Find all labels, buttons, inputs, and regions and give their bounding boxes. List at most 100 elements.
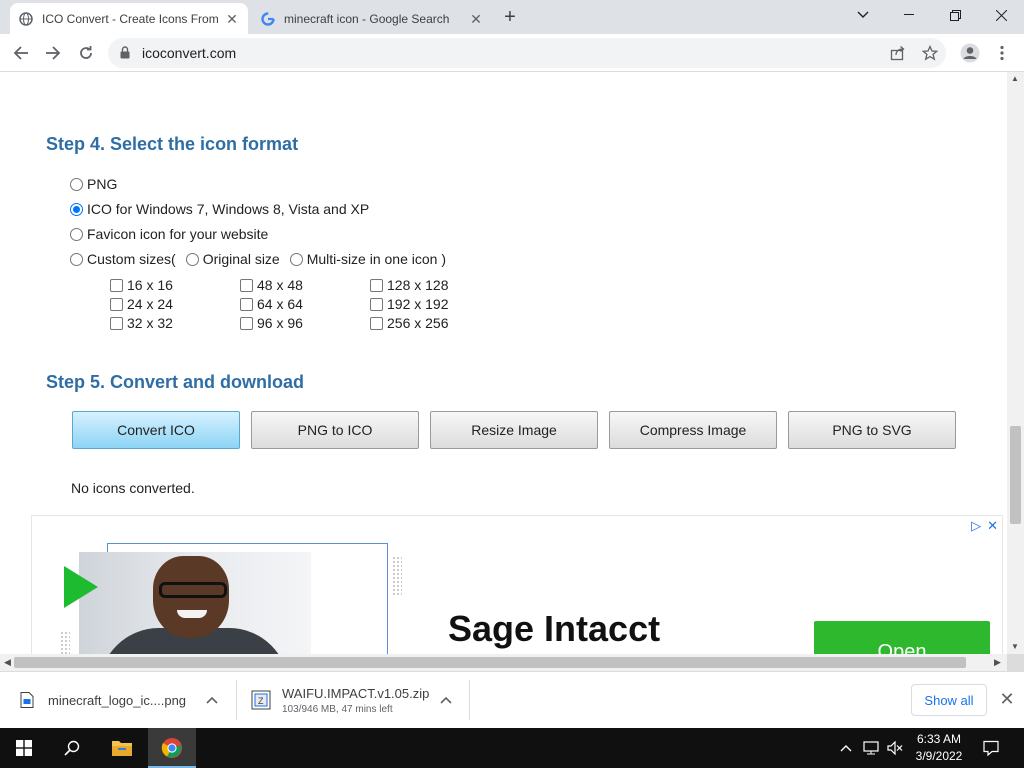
size-checkbox-16[interactable]: 16 x 16	[110, 277, 173, 293]
checkbox[interactable]	[110, 278, 123, 292]
checkbox[interactable]	[370, 297, 383, 311]
profile-avatar-icon[interactable]	[955, 38, 985, 68]
adchoices-icon[interactable]: ▷	[971, 518, 981, 534]
scroll-thumb[interactable]	[1010, 426, 1021, 524]
size-checkbox-256[interactable]: 256 x 256	[370, 315, 449, 331]
compress-image-button[interactable]: Compress Image	[609, 411, 777, 449]
scroll-thumb[interactable]	[14, 657, 966, 668]
system-clock[interactable]: 6:33 AM 3/9/2022	[904, 731, 974, 765]
radio-button[interactable]	[70, 252, 83, 266]
size-checkbox-96[interactable]: 96 x 96	[240, 315, 303, 331]
format-option-favicon[interactable]: Favicon icon for your website	[70, 226, 268, 242]
ad-choices[interactable]: ▷ ✕	[971, 518, 998, 534]
size-label: 256 x 256	[387, 315, 449, 331]
ad-photo	[79, 552, 311, 654]
format-option-png[interactable]: PNG	[70, 176, 117, 192]
close-downloads-icon[interactable]: ✕	[996, 688, 1018, 710]
option-label: ICO for Windows 7, Windows 8, Vista and …	[87, 201, 370, 217]
address-bar[interactable]: icoconvert.com	[108, 38, 946, 68]
play-triangle-icon	[64, 566, 98, 608]
tab-ico-convert[interactable]: ICO Convert - Create Icons From ✕	[10, 3, 248, 34]
scroll-left-icon[interactable]: ◀	[4, 657, 11, 668]
advertisement[interactable]: ▷ ✕ Sage Intacct Open	[31, 515, 1003, 654]
new-tab-button[interactable]: +	[498, 5, 522, 29]
size-checkbox-64[interactable]: 64 x 64	[240, 296, 303, 312]
checkbox[interactable]	[110, 297, 123, 311]
divider	[469, 680, 470, 720]
glasses	[159, 582, 227, 598]
option-label: Favicon icon for your website	[87, 226, 269, 242]
vertical-scrollbar[interactable]: ▲ ▼	[1007, 72, 1024, 654]
close-window-icon[interactable]	[978, 0, 1024, 30]
svg-text:Z: Z	[258, 696, 264, 706]
share-icon[interactable]	[890, 45, 906, 61]
resize-image-button[interactable]: Resize Image	[430, 411, 598, 449]
restore-icon[interactable]	[932, 0, 978, 30]
png-to-ico-button[interactable]: PNG to ICO	[251, 411, 419, 449]
checkbox[interactable]	[370, 278, 383, 292]
tab-google-search[interactable]: minecraft icon - Google Search ✕	[252, 3, 492, 34]
bookmark-star-icon[interactable]	[922, 45, 938, 61]
show-all-button[interactable]: Show all	[911, 684, 987, 716]
chevron-up-icon[interactable]	[436, 690, 456, 710]
size-checkbox-48[interactable]: 48 x 48	[240, 277, 303, 293]
checkbox[interactable]	[110, 316, 123, 330]
url-text: icoconvert.com	[142, 45, 237, 61]
scroll-right-icon[interactable]: ▶	[994, 657, 1001, 668]
download-item[interactable]: minecraft_logo_ic....png	[20, 672, 230, 728]
scroll-down-icon[interactable]: ▼	[1011, 642, 1019, 651]
close-tab-icon[interactable]: ✕	[224, 11, 240, 27]
ad-close-icon[interactable]: ✕	[987, 518, 998, 534]
chrome-icon[interactable]	[148, 728, 196, 768]
reload-icon[interactable]	[71, 38, 101, 68]
tab-strip: ICO Convert - Create Icons From ✕ minecr…	[0, 0, 1024, 34]
globe-icon	[18, 11, 34, 27]
ad-brand-name: Sage Intacct	[448, 608, 661, 649]
file-icon	[20, 692, 34, 708]
file-explorer-icon[interactable]	[98, 728, 146, 768]
windows-start-icon[interactable]	[0, 728, 48, 768]
forward-arrow-icon[interactable]	[38, 38, 68, 68]
checkbox[interactable]	[370, 316, 383, 330]
minimize-icon[interactable]	[886, 0, 932, 30]
radio-button[interactable]	[70, 177, 83, 191]
google-icon	[260, 11, 276, 27]
size-label: 64 x 64	[257, 296, 303, 312]
checkbox[interactable]	[240, 297, 253, 311]
horizontal-scrollbar[interactable]: ◀ ▶	[0, 654, 1007, 671]
size-checkbox-192[interactable]: 192 x 192	[370, 296, 449, 312]
multi-size-label: Multi-size in one icon )	[306, 251, 446, 267]
original-size-radio[interactable]	[185, 252, 199, 266]
size-checkbox-32[interactable]: 32 x 32	[110, 315, 173, 331]
size-checkbox-24[interactable]: 24 x 24	[110, 296, 173, 312]
volume-muted-icon[interactable]	[884, 728, 906, 768]
size-label: 32 x 32	[127, 315, 173, 331]
ad-open-button[interactable]: Open	[814, 621, 990, 654]
menu-dots-icon[interactable]	[987, 38, 1017, 68]
format-option-custom[interactable]: Custom sizes( Original size Multi-size i…	[70, 251, 446, 267]
download-filename: minecraft_logo_ic....png	[48, 692, 187, 708]
convert-ico-button[interactable]: Convert ICO	[72, 411, 240, 449]
tab-search-icon[interactable]	[840, 0, 886, 30]
checkbox[interactable]	[240, 316, 253, 330]
lock-icon[interactable]	[120, 46, 130, 62]
scroll-up-icon[interactable]: ▲	[1011, 74, 1019, 83]
download-progress: 103/946 MB, 47 mins left	[282, 703, 393, 715]
download-item[interactable]: Z WAIFU.IMPACT.v1.05.zip 103/946 MB, 47 …	[250, 672, 440, 728]
png-to-svg-button[interactable]: PNG to SVG	[788, 411, 956, 449]
radio-button[interactable]	[70, 227, 83, 241]
windows-taskbar: 6:33 AM 3/9/2022	[0, 728, 1024, 768]
notifications-icon[interactable]	[980, 728, 1002, 768]
search-icon[interactable]	[48, 728, 96, 768]
format-option-ico[interactable]: ICO for Windows 7, Windows 8, Vista and …	[70, 201, 369, 217]
tray-chevron-icon[interactable]	[838, 728, 854, 768]
checkbox[interactable]	[240, 278, 253, 292]
chevron-up-icon[interactable]	[202, 690, 222, 710]
option-label: Custom sizes(	[87, 251, 176, 267]
back-arrow-icon[interactable]	[6, 38, 36, 68]
multi-size-radio[interactable]	[289, 252, 303, 266]
radio-button[interactable]	[70, 202, 83, 216]
size-checkbox-128[interactable]: 128 x 128	[370, 277, 449, 293]
network-icon[interactable]	[860, 728, 882, 768]
close-tab-icon[interactable]: ✕	[468, 11, 484, 27]
